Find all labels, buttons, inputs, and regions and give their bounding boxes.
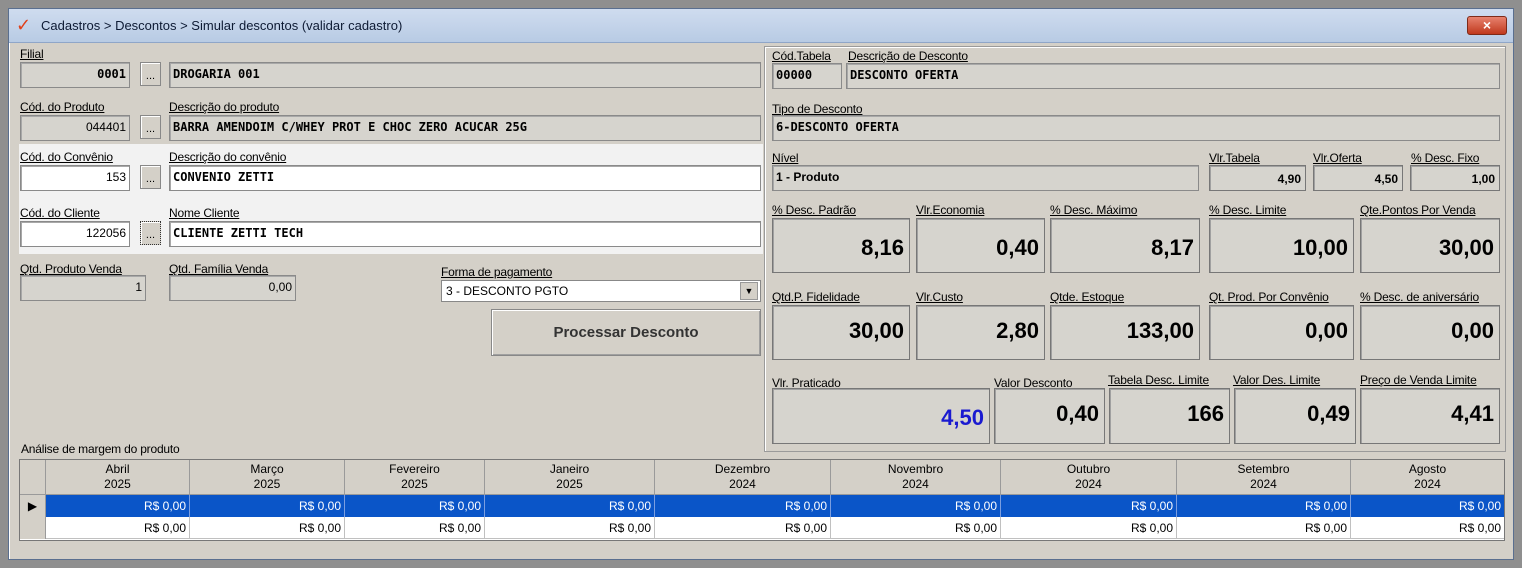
qtd-produto-label: Qtd. Produto Venda: [20, 262, 122, 276]
vl-tabela-field: 4,90: [1209, 165, 1306, 191]
grid-header-fevereiro[interactable]: Fevereiro 2025: [345, 460, 485, 495]
vl-economia-value: 0,40: [916, 218, 1045, 273]
app-logo-icon: ✓: [16, 15, 32, 36]
filial-desc-field: DROGARIA 001: [169, 62, 761, 88]
tabela-desc-limite-value: 166: [1109, 388, 1230, 444]
nivel-label: Nível: [772, 151, 799, 165]
cliente-code-label: Cód. do Cliente: [20, 206, 100, 220]
filial-label: Filial: [20, 47, 44, 61]
vl-custo-label: Vlr.Custo: [916, 290, 963, 304]
convenio-code-field[interactable]: 153: [20, 165, 130, 191]
prod-convenio-label: Qt. Prod. Por Convênio: [1209, 290, 1329, 304]
convenio-lookup-button[interactable]: ...: [140, 165, 161, 189]
row-indicator-icon: ▶: [20, 495, 46, 517]
tipo-desconto-field: 6-DESCONTO OFERTA: [772, 115, 1500, 141]
desc-desconto-label: Descrição de Desconto: [848, 49, 968, 63]
tipo-desconto-label: Tipo de Desconto: [772, 102, 863, 116]
convenio-desc-field: CONVENIO ZETTI: [169, 165, 761, 191]
vl-economia-label: Vlr.Economia: [916, 203, 985, 217]
estoque-label: Qtde. Estoque: [1050, 290, 1125, 304]
table-row[interactable]: R$ 0,00 R$ 0,00 R$ 0,00 R$ 0,00 R$ 0,00 …: [20, 517, 1504, 540]
desc-maximo-value: 8,17: [1050, 218, 1200, 273]
valor-desconto-value: 0,40: [994, 388, 1105, 444]
desc-padrao-value: 8,16: [772, 218, 910, 273]
cliente-lookup-button[interactable]: ...: [140, 221, 161, 245]
valor-des-limite-label: Valor Des. Limite: [1233, 373, 1321, 387]
pagamento-select[interactable]: 3 - DESCONTO PGTO ▼: [441, 280, 761, 302]
prod-convenio-value: 0,00: [1209, 305, 1354, 360]
convenio-code-label: Cód. do Convênio: [20, 150, 113, 164]
vl-tabela-label: Vlr.Tabela: [1209, 151, 1260, 165]
table-row[interactable]: ▶ R$ 0,00 R$ 0,00 R$ 0,00 R$ 0,00 R$ 0,0…: [20, 495, 1504, 517]
desc-padrao-label: % Desc. Padrão: [772, 203, 856, 217]
qtd-familia-label: Qtd. Família Venda: [169, 262, 269, 276]
produto-lookup-button[interactable]: ...: [140, 115, 161, 139]
desc-limite-value: 10,00: [1209, 218, 1354, 273]
preco-venda-limite-value: 4,41: [1360, 388, 1500, 444]
produto-desc-label: Descrição do produto: [169, 100, 280, 114]
desc-aniversario-label: % Desc. de aniversário: [1360, 290, 1479, 304]
tabela-desc-limite-label: Tabela Desc. Limite: [1108, 373, 1209, 387]
margin-grid: Abril 2025 Março 2025 Fevereiro 2025 Janeir…: [19, 459, 1505, 541]
desc-limite-label: % Desc. Limite: [1209, 203, 1287, 217]
desc-desconto-field: DESCONTO OFERTA: [846, 63, 1500, 89]
vl-oferta-field: 4,50: [1313, 165, 1403, 191]
cliente-code-field[interactable]: 122056: [20, 221, 130, 247]
window: ✓ Cadastros > Descontos > Simular descon…: [8, 8, 1514, 560]
desc-aniversario-value: 0,00: [1360, 305, 1500, 360]
filial-lookup-button[interactable]: ...: [140, 62, 161, 86]
grid-header-agosto[interactable]: Agosto 2024: [1351, 460, 1504, 495]
produto-code-label: Cód. do Produto: [20, 100, 105, 114]
row-indicator: [20, 517, 46, 539]
window-title: Cadastros > Descontos > Simular desconto…: [41, 18, 403, 33]
vl-oferta-label: Vlr.Oferta: [1313, 151, 1362, 165]
pagamento-select-value: 3 - DESCONTO PGTO: [446, 284, 569, 298]
produto-desc-field: BARRA AMENDOIM C/WHEY PROT E CHOC ZERO A…: [169, 115, 761, 141]
vl-praticado-value: 4,50: [772, 388, 990, 444]
valor-des-limite-value: 0,49: [1234, 388, 1356, 444]
desc-fixo-field: 1,00: [1410, 165, 1500, 191]
vl-custo-value: 2,80: [916, 305, 1045, 360]
cod-tabela-label: Cód.Tabela: [772, 49, 831, 63]
desc-fixo-label: % Desc. Fixo: [1411, 151, 1480, 165]
grid-header-novembro[interactable]: Novembro 2024: [831, 460, 1001, 495]
nivel-field: 1 - Produto: [772, 165, 1199, 191]
grid-corner: [20, 460, 46, 495]
estoque-value: 133,00: [1050, 305, 1200, 360]
pagamento-label: Forma de pagamento: [441, 265, 553, 279]
fidelidade-label: Qtd.P. Fidelidade: [772, 290, 860, 304]
qtd-familia-field: 0,00: [169, 275, 296, 301]
close-button[interactable]: ×: [1467, 16, 1507, 35]
cliente-name-field: CLIENTE ZETTI TECH: [169, 221, 761, 247]
process-discount-button[interactable]: Processar Desconto: [491, 309, 761, 356]
title-bar: ✓ Cadastros > Descontos > Simular descon…: [9, 9, 1513, 43]
desc-maximo-label: % Desc. Máximo: [1050, 203, 1138, 217]
fidelidade-value: 30,00: [772, 305, 910, 360]
convenio-desc-label: Descrição do convênio: [169, 150, 287, 164]
pontos-venda-label: Qte.Pontos Por Venda: [1360, 203, 1476, 217]
cod-tabela-field: 00000: [772, 63, 842, 89]
filial-code-field[interactable]: 0001: [20, 62, 130, 88]
grid-header-setembro[interactable]: Setembro 2024: [1177, 460, 1351, 495]
cliente-name-label: Nome Cliente: [169, 206, 240, 220]
preco-venda-limite-label: Preço de Venda Limite: [1360, 373, 1477, 387]
grid-header-dezembro[interactable]: Dezembro 2024: [655, 460, 831, 495]
grid-title: Análise de margem do produto: [21, 442, 180, 456]
grid-header-outubro[interactable]: Outubro 2024: [1001, 460, 1177, 495]
qtd-produto-field[interactable]: 1: [20, 275, 146, 301]
produto-code-field[interactable]: 044401: [20, 115, 130, 141]
grid-header-janeiro[interactable]: Janeiro 2025: [485, 460, 655, 495]
chevron-down-icon[interactable]: ▼: [740, 282, 758, 300]
grid-header-marco[interactable]: Março 2025: [190, 460, 345, 495]
grid-header-abril[interactable]: Abril 2025: [46, 460, 190, 495]
pontos-venda-value: 30,00: [1360, 218, 1500, 273]
